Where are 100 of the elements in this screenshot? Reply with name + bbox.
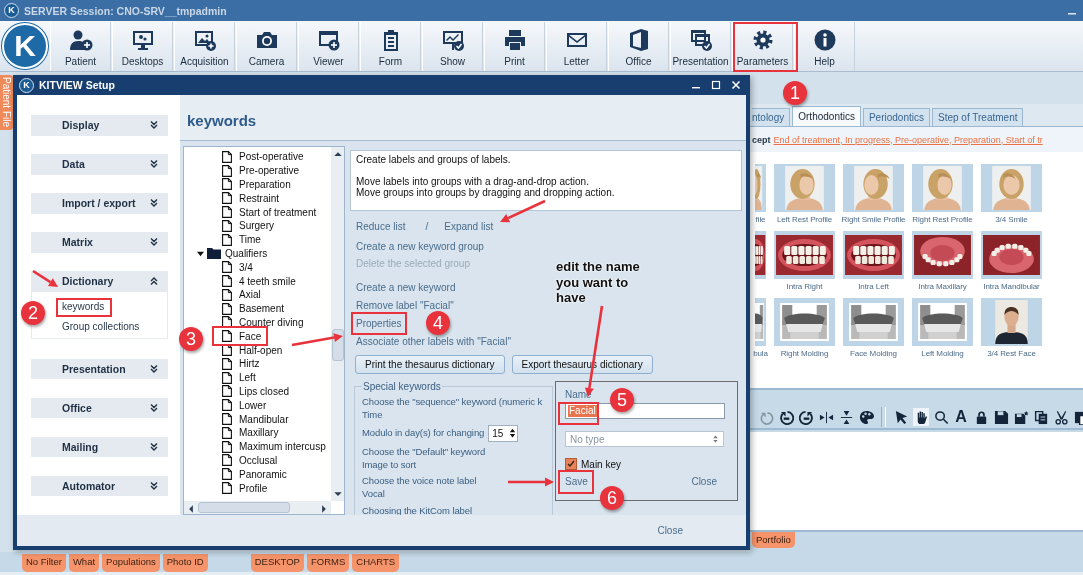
- tab[interactable]: ntology: [752, 108, 791, 126]
- text-tool[interactable]: A: [953, 408, 969, 426]
- close-button[interactable]: Close: [691, 476, 717, 487]
- action-link[interactable]: Create a new keyword: [356, 279, 456, 297]
- tree-item[interactable]: Occlusal: [222, 453, 278, 468]
- toolbar-button[interactable]: Help: [794, 21, 855, 71]
- dictionary-button[interactable]: Print the thesaurus dictionary: [355, 355, 505, 374]
- checkbox[interactable]: [565, 458, 577, 470]
- tree-folder[interactable]: Qualifiers: [184, 246, 268, 261]
- toolbar-button[interactable]: Parameters: [732, 21, 793, 71]
- floppy-disk-tool[interactable]: [993, 408, 1009, 426]
- toolbar-button[interactable]: Office: [608, 21, 669, 71]
- nav-section[interactable]: Dictionary: [31, 271, 168, 292]
- toolbar-button[interactable]: Form: [360, 21, 421, 71]
- toolbar-button[interactable]: Print: [484, 21, 545, 71]
- toolbar-button[interactable]: Acquisition: [174, 21, 235, 71]
- thumbnail-tile[interactable]: [843, 164, 904, 212]
- tree-item[interactable]: Time: [222, 232, 261, 247]
- number-field[interactable]: 15: [488, 424, 519, 442]
- tab[interactable]: Orthodontics: [792, 106, 861, 126]
- tree-item[interactable]: Face: [222, 329, 262, 344]
- tree-item[interactable]: Basement: [222, 301, 285, 316]
- tree-item[interactable]: Maxillary: [222, 425, 279, 440]
- toolbar-button[interactable]: Desktops: [112, 21, 173, 71]
- thumbnail-tile[interactable]: [774, 298, 835, 346]
- search-tool[interactable]: [933, 408, 949, 426]
- filter-tab[interactable]: What: [68, 554, 100, 572]
- expand-list-link[interactable]: Expand list: [444, 220, 494, 232]
- nav-section[interactable]: Matrix: [31, 232, 168, 253]
- tree-item[interactable]: Half-open: [222, 343, 283, 357]
- thumbnail-tile[interactable]: [774, 164, 835, 212]
- toolbar-button[interactable]: Camera: [236, 21, 297, 71]
- close-button[interactable]: Close: [657, 525, 683, 536]
- filter-tab[interactable]: DESKTOP: [250, 554, 304, 572]
- copy-tool[interactable]: [1033, 408, 1049, 426]
- filter-tab[interactable]: CHARTS: [352, 554, 400, 572]
- tree-item[interactable]: Maximum intercusp: [222, 439, 326, 454]
- app-logo[interactable]: K: [2, 23, 48, 69]
- thumbnail-tile[interactable]: [843, 298, 904, 346]
- tree-item[interactable]: Mandibular: [222, 412, 289, 426]
- thumbnail-tile[interactable]: [981, 298, 1042, 346]
- tree-item[interactable]: Preparation: [222, 177, 291, 192]
- toolbar-button[interactable]: Patient: [50, 21, 111, 71]
- save-button[interactable]: Save: [565, 476, 588, 487]
- toolbar-button[interactable]: Letter: [546, 21, 607, 71]
- flip-vertical-tool[interactable]: [838, 408, 854, 426]
- setting-value[interactable]: Vocal: [362, 487, 385, 501]
- action-link[interactable]: Create a new keyword group: [356, 239, 484, 256]
- rotate-right-tool[interactable]: [798, 408, 814, 426]
- tree-item[interactable]: 3/4: [222, 260, 253, 275]
- tree-item[interactable]: Lower: [222, 398, 267, 413]
- nav-section[interactable]: Import / export: [31, 193, 168, 214]
- nav-section[interactable]: Display: [31, 115, 168, 136]
- nav-item[interactable]: keywords: [62, 300, 105, 313]
- horizontal-scrollbar[interactable]: [184, 501, 331, 514]
- tree-item[interactable]: Start of treatment: [222, 205, 317, 219]
- tree-item[interactable]: Surgery: [222, 219, 274, 233]
- thumbnail-tile[interactable]: [981, 164, 1042, 212]
- thumbnail-tile[interactable]: [912, 164, 973, 212]
- tree-item[interactable]: Counter diving: [222, 315, 304, 330]
- rotate-left-tool[interactable]: [778, 408, 794, 426]
- toolbar-button[interactable]: Presentation: [670, 21, 731, 71]
- thumbnail-tile[interactable]: [774, 231, 835, 279]
- tree-item[interactable]: Hirtz: [222, 356, 260, 371]
- palette-tool[interactable]: [858, 408, 874, 426]
- toolbar-button[interactable]: Viewer: [298, 21, 359, 71]
- tree-item[interactable]: Post-operative: [222, 150, 304, 164]
- nav-section[interactable]: Automator: [31, 475, 168, 497]
- filter-tab[interactable]: No Filter: [22, 554, 66, 572]
- action-link[interactable]: Properties: [356, 315, 402, 333]
- setting-value[interactable]: Image to sort: [362, 457, 417, 472]
- tree-item[interactable]: Axial: [222, 287, 261, 302]
- setting-value[interactable]: Time: [362, 408, 383, 422]
- tree-item[interactable]: Left: [222, 370, 256, 385]
- filter-tab[interactable]: FORMS: [306, 554, 350, 572]
- tree-item[interactable]: Pre-operative: [222, 163, 300, 178]
- filter-tab[interactable]: Photo ID: [162, 554, 208, 572]
- tab[interactable]: Periodontics: [862, 108, 930, 126]
- tab[interactable]: Step of Treatment: [932, 108, 1024, 126]
- nav-section[interactable]: Data: [31, 154, 168, 175]
- scrollbar-thumb[interactable]: [198, 502, 290, 513]
- reduce-list-link[interactable]: Reduce list: [356, 220, 406, 232]
- thumbnail-tile[interactable]: [843, 231, 904, 279]
- nav-section[interactable]: Office: [31, 397, 168, 419]
- maximize-icon[interactable]: [711, 80, 721, 90]
- scissors-tool[interactable]: [1053, 408, 1069, 426]
- thumbnail-tile[interactable]: [912, 298, 973, 346]
- tree-item[interactable]: Profile: [222, 481, 268, 495]
- hand-tool[interactable]: [913, 408, 929, 426]
- thumbnail-tile[interactable]: [912, 231, 973, 279]
- vertical-scrollbar[interactable]: [331, 147, 344, 501]
- close-icon[interactable]: [731, 80, 741, 90]
- filter-tab[interactable]: Populations: [102, 554, 160, 572]
- tree-item[interactable]: Lips closed: [222, 384, 290, 399]
- nav-section[interactable]: Presentation: [31, 358, 168, 380]
- tree-item[interactable]: Restraint: [222, 191, 279, 206]
- thumbnail-tile[interactable]: [981, 231, 1042, 279]
- pointer-tool[interactable]: [893, 408, 909, 426]
- nav-item[interactable]: Group collections: [62, 320, 140, 333]
- tree-item[interactable]: Panoramic: [222, 467, 287, 482]
